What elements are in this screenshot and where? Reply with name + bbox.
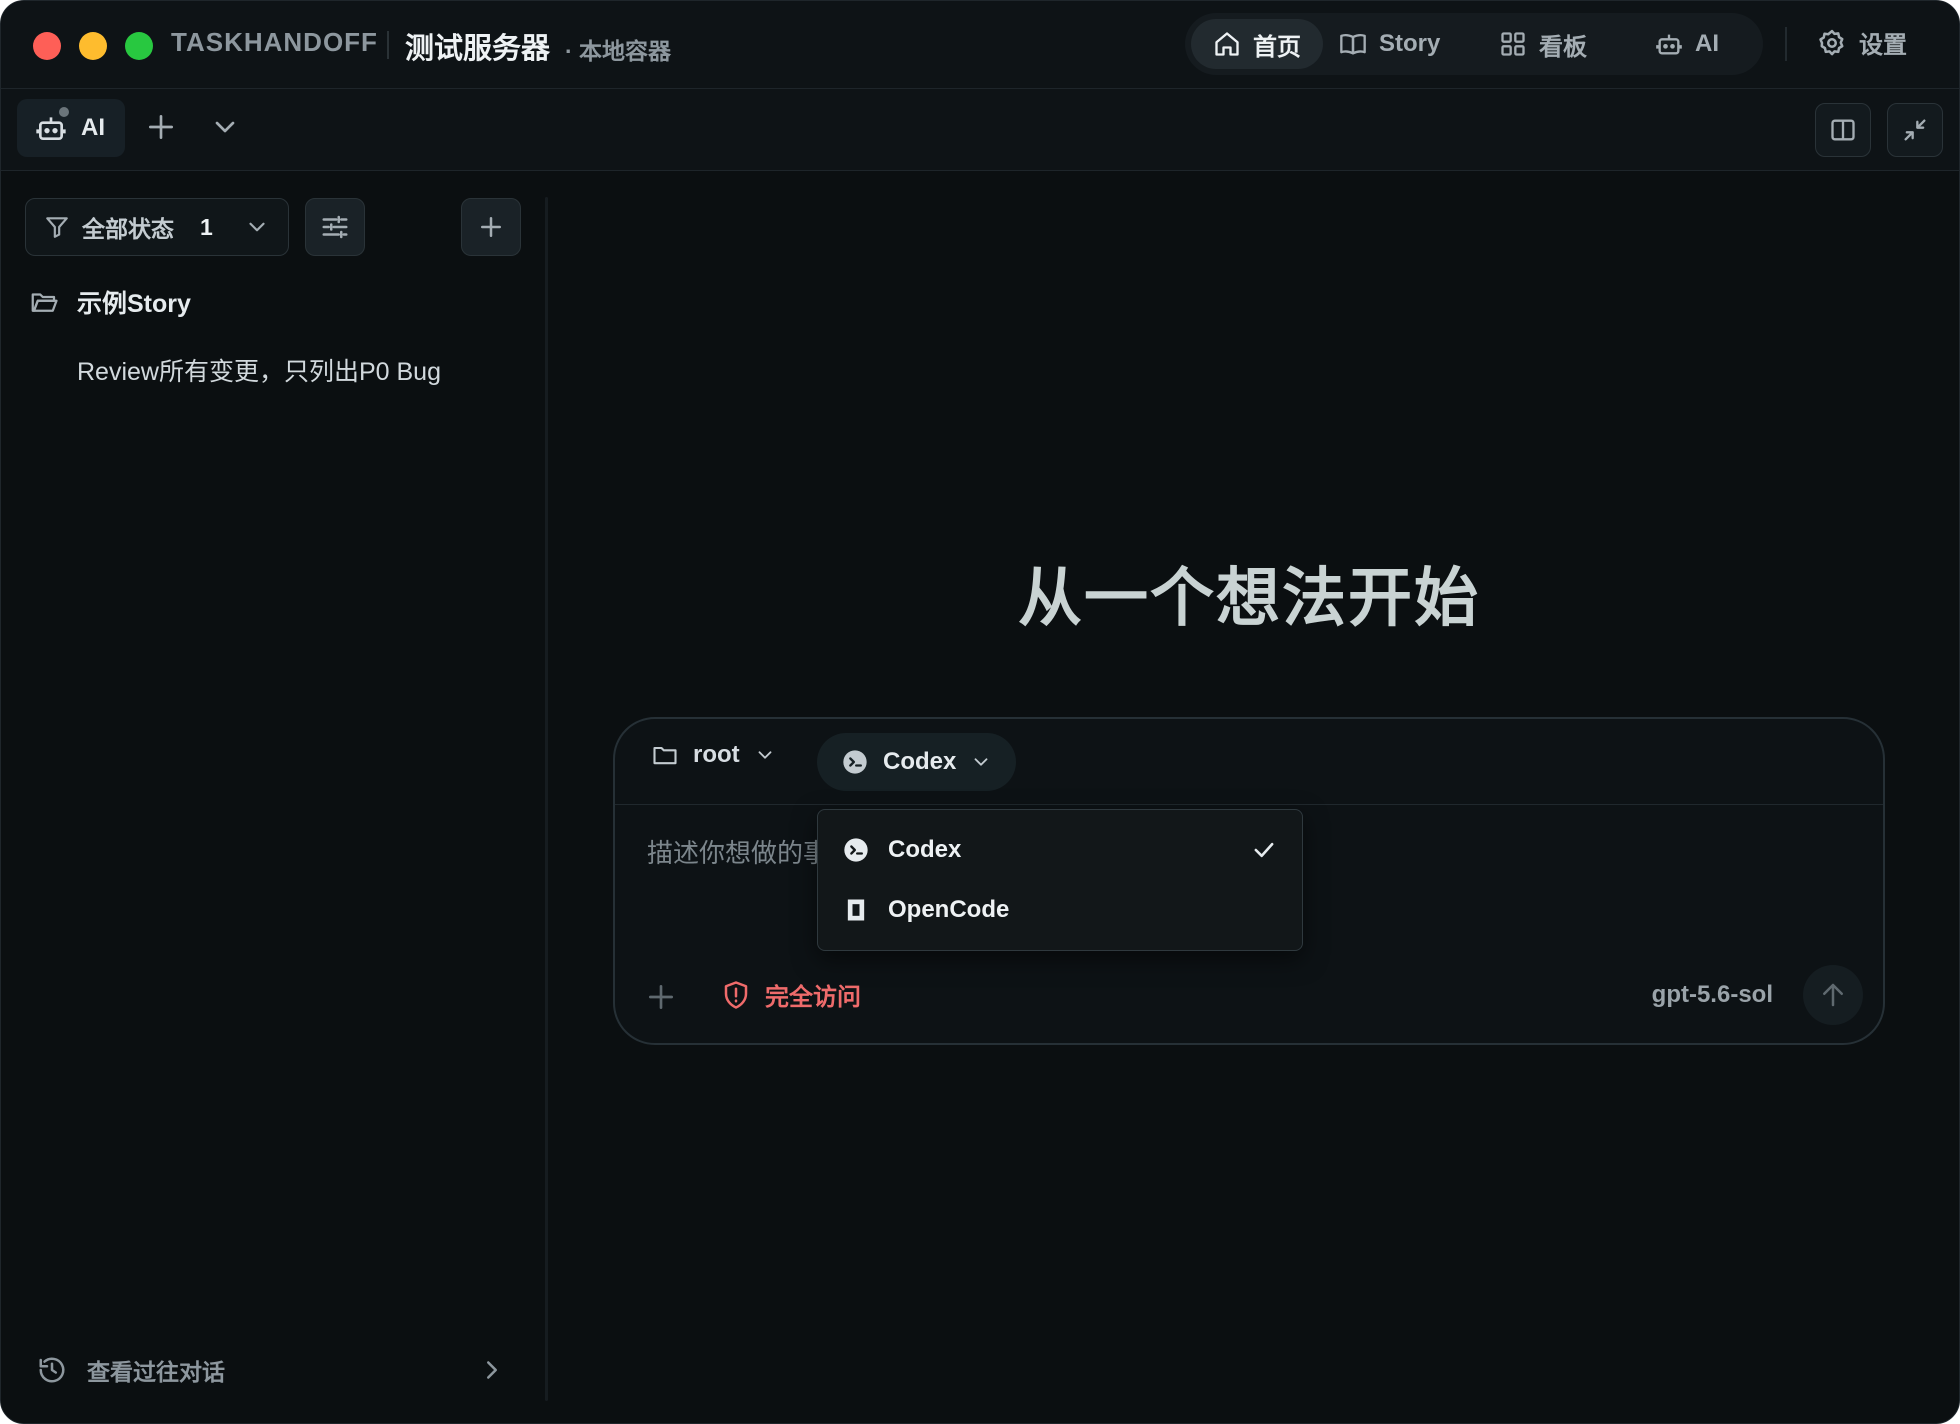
tab-label: AI (81, 114, 105, 141)
app-brand: TASKHANDOFF (171, 27, 378, 57)
access-label: 完全访问 (765, 984, 861, 1011)
nav-item-label: 首页 (1253, 33, 1301, 61)
nav-item-ai[interactable]: AI (1633, 19, 1741, 69)
plus-icon (481, 217, 501, 237)
status-dot (57, 105, 71, 119)
nav-item-label: Story (1379, 30, 1441, 57)
filter-label: 全部状态 (82, 216, 174, 242)
book-icon (1340, 33, 1366, 55)
sidebar: 全部状态 1 示例Story Review所有变更，只列出P0 Bug 查看过往… (1, 172, 547, 1423)
sidebar-divider[interactable] (545, 197, 548, 1401)
settings-label: 设置 (1859, 32, 1907, 59)
history-icon (39, 1357, 65, 1383)
agent-label: Codex (883, 748, 957, 775)
collapse-button[interactable] (1887, 103, 1943, 157)
codex-icon (844, 838, 868, 862)
agent-dropdown-menu: Codex OpenCode (817, 809, 1303, 951)
chevron-right-icon (487, 1361, 497, 1379)
nav-item-label: 看板 (1539, 33, 1587, 61)
add-story-button[interactable] (461, 198, 521, 256)
home-icon (1215, 32, 1239, 56)
view-history-button[interactable]: 查看过往对话 (37, 1350, 507, 1390)
robot-icon (1656, 34, 1682, 55)
agent-option-codex[interactable]: Codex (818, 822, 1302, 878)
nav-item-home[interactable]: 首页 (1191, 19, 1323, 69)
minimize-arrows-icon (1904, 119, 1926, 141)
agent-option-label: OpenCode (888, 896, 1010, 923)
window-minimize-button[interactable] (79, 32, 107, 60)
add-tab-button[interactable] (145, 111, 177, 143)
send-button[interactable] (1803, 965, 1863, 1025)
composer-footer: 完全访问 gpt-5.6-sol (615, 965, 1883, 1029)
status-filter-dropdown[interactable]: 全部状态 1 (25, 198, 289, 256)
story-item[interactable]: Review所有变更，只列出P0 Bug (77, 352, 441, 388)
filter-options-button[interactable] (305, 198, 365, 256)
folder-icon (653, 746, 677, 765)
history-label: 查看过往对话 (87, 1359, 225, 1385)
title-bar: TASKHANDOFF 测试服务器 · 本地容器 首页 Story 看板 AI (1, 1, 1959, 89)
tab-ai[interactable]: AI (17, 99, 125, 157)
hero-title: 从一个想法开始 (1018, 562, 1480, 634)
settings-divider (1785, 27, 1787, 61)
window-close-button[interactable] (33, 32, 61, 60)
nav-item-story[interactable]: Story (1317, 19, 1462, 69)
filter-count: 1 (200, 213, 213, 240)
codex-icon (843, 750, 867, 774)
server-subtitle: · 本地容器 (565, 38, 672, 64)
check-icon (1254, 842, 1274, 858)
agent-option-opencode[interactable]: OpenCode (818, 882, 1302, 938)
settings-button[interactable]: 设置 (1817, 25, 1907, 60)
server-name[interactable]: 测试服务器 (405, 25, 550, 67)
model-select[interactable]: gpt-5.6-sol (1652, 981, 1773, 1009)
composer-toolbar: root Codex (615, 719, 1883, 805)
main-nav: 首页 Story 看板 AI (1185, 13, 1763, 75)
chevron-down-icon[interactable] (209, 111, 241, 143)
app-window: TASKHANDOFF 测试服务器 · 本地容器 首页 Story 看板 AI (0, 0, 1960, 1424)
columns-icon (1831, 119, 1855, 141)
title-divider (387, 31, 389, 59)
filter-icon (46, 217, 68, 238)
agent-option-label: Codex (888, 836, 962, 863)
tab-bar: AI (1, 89, 1959, 171)
arrow-up-icon (1823, 983, 1843, 1007)
chevron-down-icon (758, 751, 772, 759)
attach-button[interactable] (645, 981, 677, 1013)
prompt-input[interactable]: 描述你想做的事 (647, 833, 827, 870)
directory-label: root (693, 741, 740, 768)
story-group[interactable]: 示例Story (29, 284, 191, 320)
nav-item-board[interactable]: 看板 (1477, 19, 1609, 69)
folder-open-icon (31, 293, 58, 312)
opencode-icon (847, 899, 865, 921)
access-level-button[interactable]: 完全访问 (721, 977, 861, 1012)
shield-alert-icon (724, 980, 748, 1009)
agent-select[interactable]: Codex (817, 733, 1017, 791)
chevron-down-icon (249, 222, 265, 232)
grid-icon (1501, 32, 1525, 56)
story-group-label: 示例Story (77, 290, 191, 318)
gear-icon (1819, 29, 1844, 55)
sliders-icon (322, 215, 348, 239)
window-zoom-button[interactable] (125, 32, 153, 60)
nav-item-label: AI (1695, 30, 1719, 57)
directory-select[interactable]: root (651, 741, 776, 769)
chevron-down-icon (974, 758, 988, 766)
split-view-button[interactable] (1815, 103, 1871, 157)
